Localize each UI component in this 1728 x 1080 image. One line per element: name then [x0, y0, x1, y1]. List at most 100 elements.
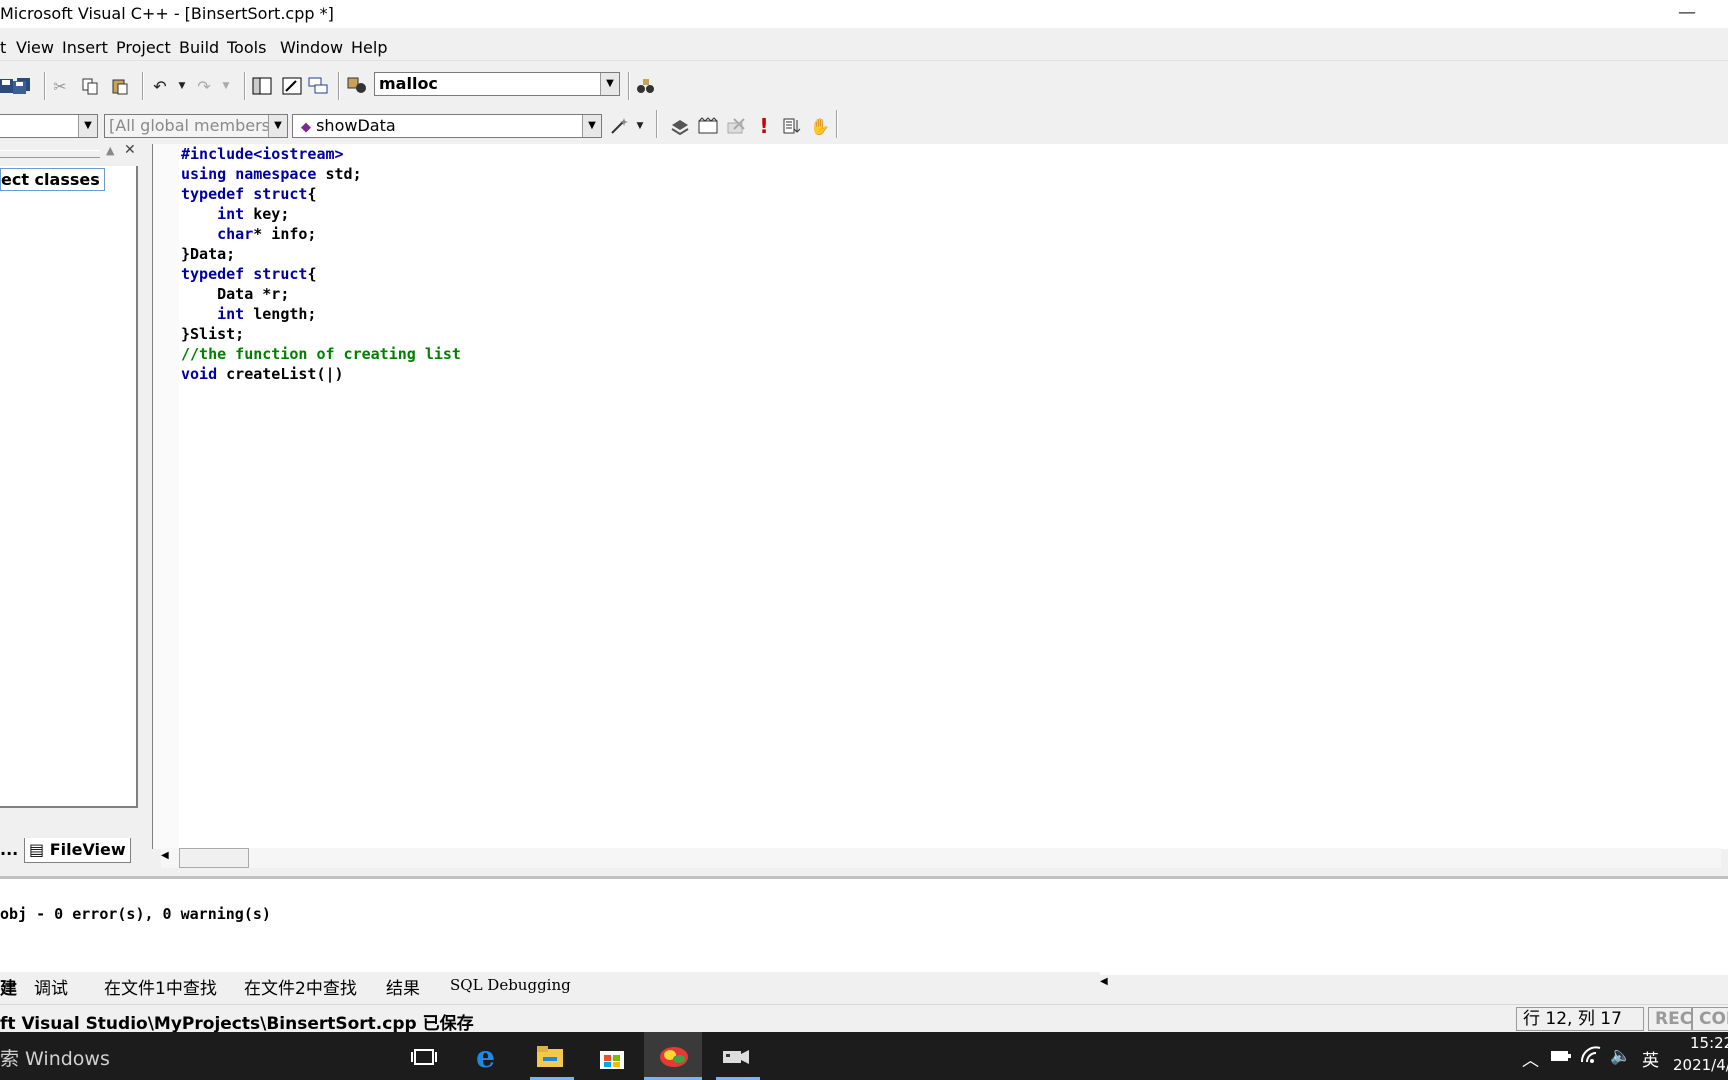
taskbar-search[interactable]: 索 Windows [0, 1044, 110, 1071]
method-icon: ◆ [301, 120, 311, 135]
menu-bar: t View Insert Project Build Tools Window… [0, 30, 1728, 61]
breakpoint-hand-icon[interactable]: ✋ [808, 114, 832, 138]
save-all-icon[interactable] [10, 74, 34, 98]
find-combo[interactable]: malloc ▼ [374, 72, 620, 96]
battery-icon[interactable] [1550, 1048, 1572, 1068]
output-tabs: 建 调试 在文件1中查找 在文件2中查找 结果 SQL Debugging ◀ [0, 972, 1108, 999]
code-line[interactable]: int length; [181, 304, 461, 324]
tab-sql-debugging[interactable]: SQL Debugging [450, 976, 571, 994]
clock-time[interactable]: 15:22 [1690, 1034, 1728, 1052]
wizard-toolbar: ▼ [All global members ▼ ◆ showData ▼ ▼ !… [0, 106, 1728, 142]
undo-icon[interactable]: ↶ [148, 74, 172, 98]
menu-build[interactable]: Build [179, 38, 219, 57]
file-explorer-icon[interactable] [530, 1040, 570, 1074]
window-list-icon[interactable] [306, 74, 330, 98]
toolbar-separator [628, 72, 630, 100]
menu-help[interactable]: Help [351, 38, 387, 57]
execute-icon[interactable]: ! [752, 114, 776, 138]
code-line[interactable]: #include<iostream> [181, 144, 461, 164]
scroll-left-icon[interactable]: ◀ [1100, 976, 1108, 987]
menu-project[interactable]: Project [116, 38, 171, 57]
output-window-icon[interactable] [280, 74, 304, 98]
class-combo[interactable]: ▼ [0, 114, 98, 138]
class-tree: ect classes [0, 166, 138, 808]
pane-close-icon[interactable]: ✕ [124, 142, 136, 158]
col-indicator: COL [1692, 1007, 1728, 1031]
members-combo[interactable]: [All global members ▼ [104, 114, 288, 138]
paste-icon[interactable] [108, 74, 132, 98]
svg-text:e: e [476, 1042, 495, 1072]
chevron-down-icon[interactable]: ▼ [78, 115, 97, 137]
horizontal-scrollbar[interactable]: ◀ [161, 848, 1721, 868]
menu-view[interactable]: View [16, 38, 54, 57]
undo-dropdown-icon[interactable]: ▼ [170, 74, 194, 98]
tab-results[interactable]: 结果 [386, 974, 420, 999]
tab-debug[interactable]: 调试 [34, 974, 68, 999]
code-line[interactable]: }Data; [181, 244, 461, 264]
code-line[interactable]: //the function of creating list [181, 344, 461, 364]
compile-icon[interactable] [668, 114, 692, 138]
stop-build-icon[interactable] [724, 114, 748, 138]
build-output-text: obj - 0 error(s), 0 warning(s) [0, 905, 271, 923]
wizard-dropdown-icon[interactable]: ▼ [628, 114, 652, 138]
cut-icon[interactable]: ✂ [48, 74, 72, 98]
store-icon[interactable] [592, 1040, 632, 1074]
toolbar-separator [338, 72, 340, 100]
tab-find-in-files-2[interactable]: 在文件2中查找 [244, 974, 357, 999]
menu-edit[interactable]: t [0, 38, 6, 57]
visual-cpp-icon[interactable] [654, 1040, 694, 1074]
code-text[interactable]: #include<iostream> using namespace std; ty… [181, 144, 461, 384]
clock-date[interactable]: 2021/4/ [1673, 1056, 1728, 1074]
workspace-icon[interactable] [250, 74, 274, 98]
recorder-icon[interactable] [716, 1040, 756, 1074]
members-combo-value: [All global members [109, 116, 270, 135]
editor-gutter[interactable] [153, 144, 179, 849]
menu-insert[interactable]: Insert [62, 38, 108, 57]
tab-fileview-label: FileView [49, 840, 126, 859]
find-binoculars-icon[interactable] [634, 74, 658, 98]
tree-node-classes[interactable]: ect classes [0, 168, 105, 191]
chevron-down-icon[interactable]: ▼ [268, 115, 287, 137]
menu-tools[interactable]: Tools [227, 38, 266, 57]
tab-classview[interactable]: ... [0, 838, 18, 862]
redo-dropdown-icon[interactable]: ▼ [214, 74, 238, 98]
volume-icon[interactable]: 🔈 [1610, 1046, 1631, 1066]
toolbar-separator [44, 72, 46, 100]
toolbar-separator [656, 110, 658, 138]
standard-toolbar: ✂ ↶ ▼ ↷ ▼ malloc ▼ [0, 68, 1728, 104]
code-line[interactable]: typedef struct{ [181, 264, 461, 284]
pane-gripper[interactable] [0, 150, 100, 158]
chevron-up-icon[interactable]: ︿ [1522, 1046, 1539, 1071]
tab-fileview[interactable]: ▤ FileView [24, 838, 131, 863]
tab-find-in-files-1[interactable]: 在文件1中查找 [104, 974, 217, 999]
pane-maximize-icon[interactable]: ▲ [106, 144, 114, 157]
code-line[interactable]: }Slist; [181, 324, 461, 344]
wifi-icon[interactable] [1580, 1046, 1602, 1069]
edge-icon[interactable]: e [468, 1040, 508, 1074]
menu-window[interactable]: Window [280, 38, 343, 57]
taskbar: 索 Windows e ︿ 🔈 英 15:22 2021/4/ [0, 1032, 1728, 1080]
scroll-thumb[interactable] [179, 848, 249, 868]
tab-build[interactable]: 建 [0, 974, 17, 999]
redo-icon[interactable]: ↷ [192, 74, 216, 98]
chevron-down-icon[interactable]: ▼ [600, 73, 619, 95]
copy-icon[interactable] [78, 74, 102, 98]
code-line[interactable]: void createList(|) [181, 364, 461, 384]
status-bar: ft Visual Studio\MyProjects\BinsertSort.… [0, 1004, 1728, 1034]
code-line[interactable]: int key; [181, 204, 461, 224]
code-line[interactable]: char* info; [181, 224, 461, 244]
find-in-files-icon[interactable] [346, 74, 370, 98]
code-editor[interactable]: #include<iostream> using namespace std; ty… [152, 144, 1728, 868]
minimize-button[interactable]: — [1678, 2, 1696, 23]
ime-indicator[interactable]: 英 [1642, 1046, 1659, 1071]
chevron-down-icon[interactable]: ▼ [582, 115, 601, 137]
task-view-icon[interactable] [404, 1040, 444, 1074]
go-icon[interactable] [780, 114, 804, 138]
code-line[interactable]: using namespace std; [181, 164, 461, 184]
code-line[interactable]: Data *r; [181, 284, 461, 304]
scroll-left-icon[interactable]: ◀ [161, 850, 169, 861]
build-icon[interactable] [696, 114, 720, 138]
function-combo[interactable]: ◆ showData ▼ [292, 114, 602, 138]
code-line[interactable]: typedef struct{ [181, 184, 461, 204]
title-bar: Microsoft Visual C++ - [BinsertSort.cpp … [0, 0, 1728, 28]
